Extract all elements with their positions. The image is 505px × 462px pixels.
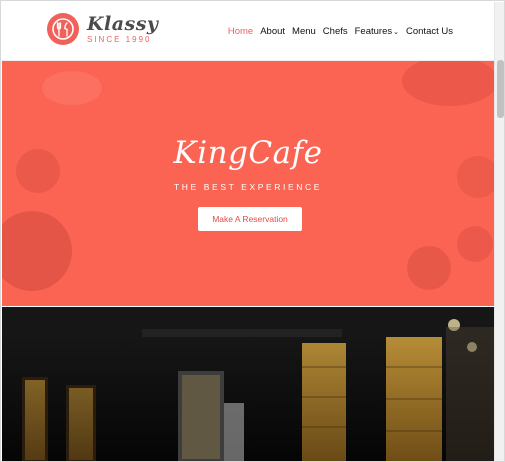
strawberry-decoration — [407, 246, 451, 290]
main-nav: Home About Menu Chefs Features⌄ Contact … — [228, 26, 453, 37]
brand-logo[interactable]: Klassy SINCE 1990 — [47, 13, 158, 45]
hero-subtitle: THE BEST EXPERIENCE — [174, 182, 322, 192]
strawberry-decoration — [457, 226, 493, 262]
fork-plate-icon — [47, 13, 79, 45]
nav-item-about[interactable]: About — [260, 26, 285, 37]
brand-name: Klassy — [87, 12, 159, 35]
pepper-decoration — [402, 61, 494, 106]
reservation-button[interactable]: Make A Reservation — [198, 207, 302, 231]
nav-item-chefs[interactable]: Chefs — [323, 26, 348, 37]
nav-item-features-label: Features — [354, 26, 393, 37]
nav-item-contact[interactable]: Contact Us — [406, 26, 453, 37]
nav-item-menu[interactable]: Menu — [292, 26, 316, 37]
leaf-decoration — [42, 71, 102, 105]
tomato-decoration — [2, 211, 72, 291]
page-scrollbar[interactable] — [494, 2, 504, 461]
chevron-down-icon: ⌄ — [393, 29, 399, 36]
restaurant-interior-photo — [2, 307, 494, 461]
scrollbar-thumb[interactable] — [497, 60, 504, 118]
nav-item-home[interactable]: Home — [228, 26, 253, 37]
nav-item-features[interactable]: Features⌄ — [355, 26, 399, 37]
hero-banner: KingCafe THE BEST EXPERIENCE Make A Rese… — [2, 61, 494, 306]
brand-tagline: SINCE 1990 — [87, 34, 152, 44]
browser-viewport: Klassy SINCE 1990 Home About Menu Chefs … — [0, 0, 505, 462]
site-header: Klassy SINCE 1990 Home About Menu Chefs … — [2, 2, 494, 61]
hero-title: KingCafe — [173, 135, 323, 171]
brand-text: Klassy SINCE 1990 — [87, 12, 159, 44]
